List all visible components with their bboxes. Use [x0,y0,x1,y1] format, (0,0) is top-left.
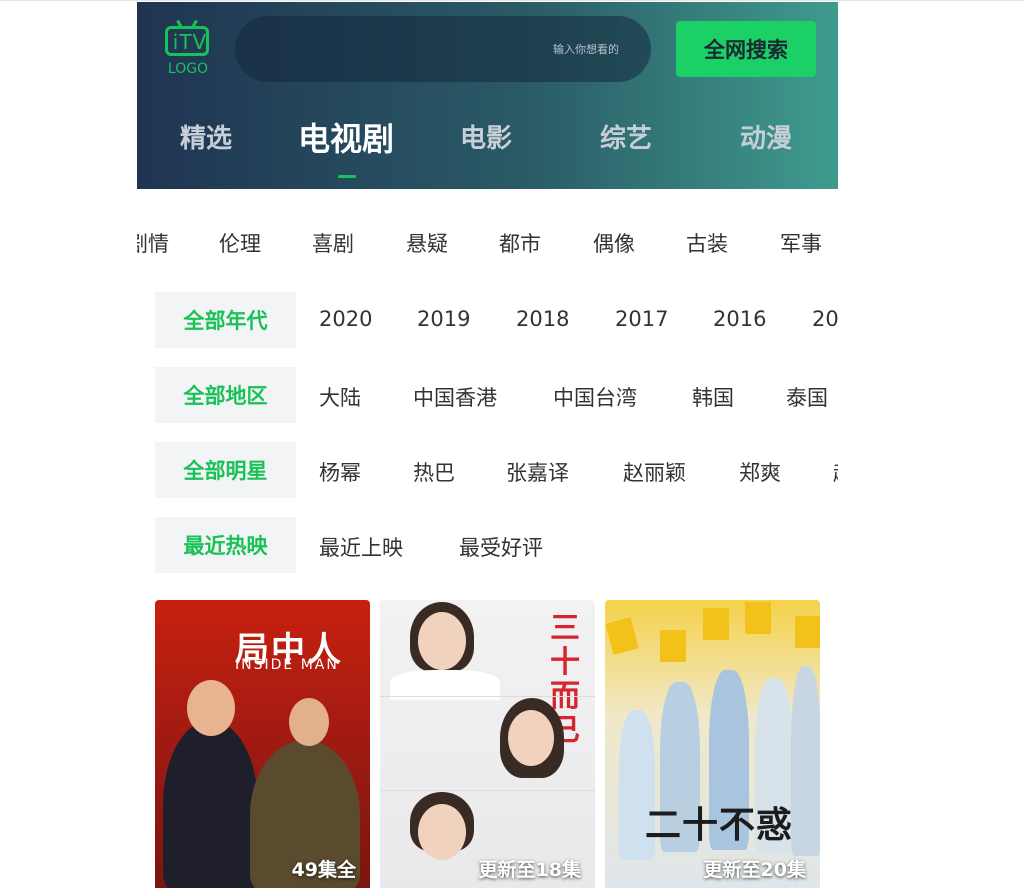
poster-card[interactable]: 局中人 INSIDE MAN 49集全 [155,600,370,888]
genre-item[interactable]: 古装 [686,228,728,258]
filter-option[interactable]: 杨幂 [319,457,361,487]
tab-featured[interactable]: 精选 [151,118,261,158]
filter-option[interactable]: 2017 [615,307,668,331]
filter-option[interactable]: 中国台湾 [553,382,637,412]
filter-option[interactable]: 郑爽 [739,457,781,487]
filter-row-region: 全部地区 大陆 中国香港 中国台湾 韩国 泰国 [155,367,838,423]
app-container: iTV LOGO 全网搜索 精选 电视剧 电影 综艺 动漫 剧情 伦理 喜剧 悬… [137,2,838,888]
filter-option[interactable]: 2015 [812,307,838,331]
tab-tv-series[interactable]: 电视剧 [291,114,401,158]
poster-figure-head [289,698,329,746]
filter-option[interactable]: 2016 [713,307,766,331]
filter-row-year: 全部年代 2020 2019 2018 2017 2016 2015 [155,292,838,348]
poster-figure-head [418,804,466,860]
poster-sign [795,616,820,648]
genre-row: 剧情 伦理 喜剧 悬疑 都市 偶像 古装 军事 [137,228,838,264]
page-top-border [0,0,1024,1]
genre-item[interactable]: 偶像 [593,228,635,258]
poster-figure [163,720,258,888]
genre-item[interactable]: 都市 [499,228,541,258]
genre-item[interactable]: 军事 [780,228,822,258]
poster-sign [703,608,729,640]
poster-card[interactable]: 二十不惑 更新至20集 [605,600,820,888]
poster-figure-head [508,710,554,766]
poster-figure-head [418,612,466,670]
poster-divider [380,790,595,791]
logo-tv-text: iTV [172,30,208,54]
poster-card[interactable]: 三十而已 更新至18集 [380,600,595,888]
filter-all-years[interactable]: 全部年代 [155,292,296,348]
genre-item[interactable]: 悬疑 [406,228,448,258]
poster-subtitle: INSIDE MAN [235,657,339,673]
poster-sign [605,617,639,655]
filter-option[interactable]: 中国香港 [413,382,497,412]
genre-item[interactable]: 喜剧 [312,228,354,258]
poster-sign [745,602,771,634]
episode-badge: 更新至18集 [478,859,581,881]
filter-option[interactable]: 2020 [319,307,372,331]
filter-option[interactable]: 大陆 [319,382,361,412]
search-input[interactable] [235,16,651,82]
episode-badge: 49集全 [291,859,356,881]
filter-option[interactable]: 热巴 [413,457,455,487]
search-button[interactable]: 全网搜索 [676,21,816,77]
filter-row-stars: 全部明星 杨幂 热巴 张嘉译 赵丽颖 郑爽 赵 [155,442,838,498]
logo-label: LOGO [167,61,209,77]
filter-option[interactable]: 韩国 [692,382,734,412]
filter-row-sort: 最近热映 最近上映 最受好评 [155,517,838,573]
header: iTV LOGO 全网搜索 精选 电视剧 电影 综艺 动漫 [137,2,838,189]
poster-figure-head [187,680,235,736]
tab-anime[interactable]: 动漫 [711,118,821,158]
filter-all-regions[interactable]: 全部地区 [155,367,296,423]
filter-option[interactable]: 赵丽颖 [623,457,686,487]
filter-option[interactable]: 赵 [833,457,838,487]
genre-item[interactable]: 剧情 [137,228,169,258]
filter-option[interactable]: 最近上映 [319,532,403,562]
filter-option[interactable]: 2018 [516,307,569,331]
poster-title: 二十不惑 [645,804,794,846]
genre-item[interactable]: 伦理 [219,228,261,258]
filter-option[interactable]: 泰国 [786,382,828,412]
filter-all-stars[interactable]: 全部明星 [155,442,296,498]
filter-recent-hot[interactable]: 最近热映 [155,517,296,573]
poster-sign [660,630,686,662]
tab-variety[interactable]: 综艺 [571,118,681,158]
logo[interactable]: iTV LOGO [163,18,213,78]
episode-badge: 更新至20集 [703,859,806,881]
poster-divider [380,696,595,697]
filter-option[interactable]: 最受好评 [459,532,543,562]
poster-figure [791,666,820,856]
tab-movies[interactable]: 电影 [431,118,541,158]
filter-option[interactable]: 2019 [417,307,470,331]
active-tab-indicator [338,175,356,178]
filter-option[interactable]: 张嘉译 [506,457,569,487]
tv-icon: iTV [165,26,209,56]
